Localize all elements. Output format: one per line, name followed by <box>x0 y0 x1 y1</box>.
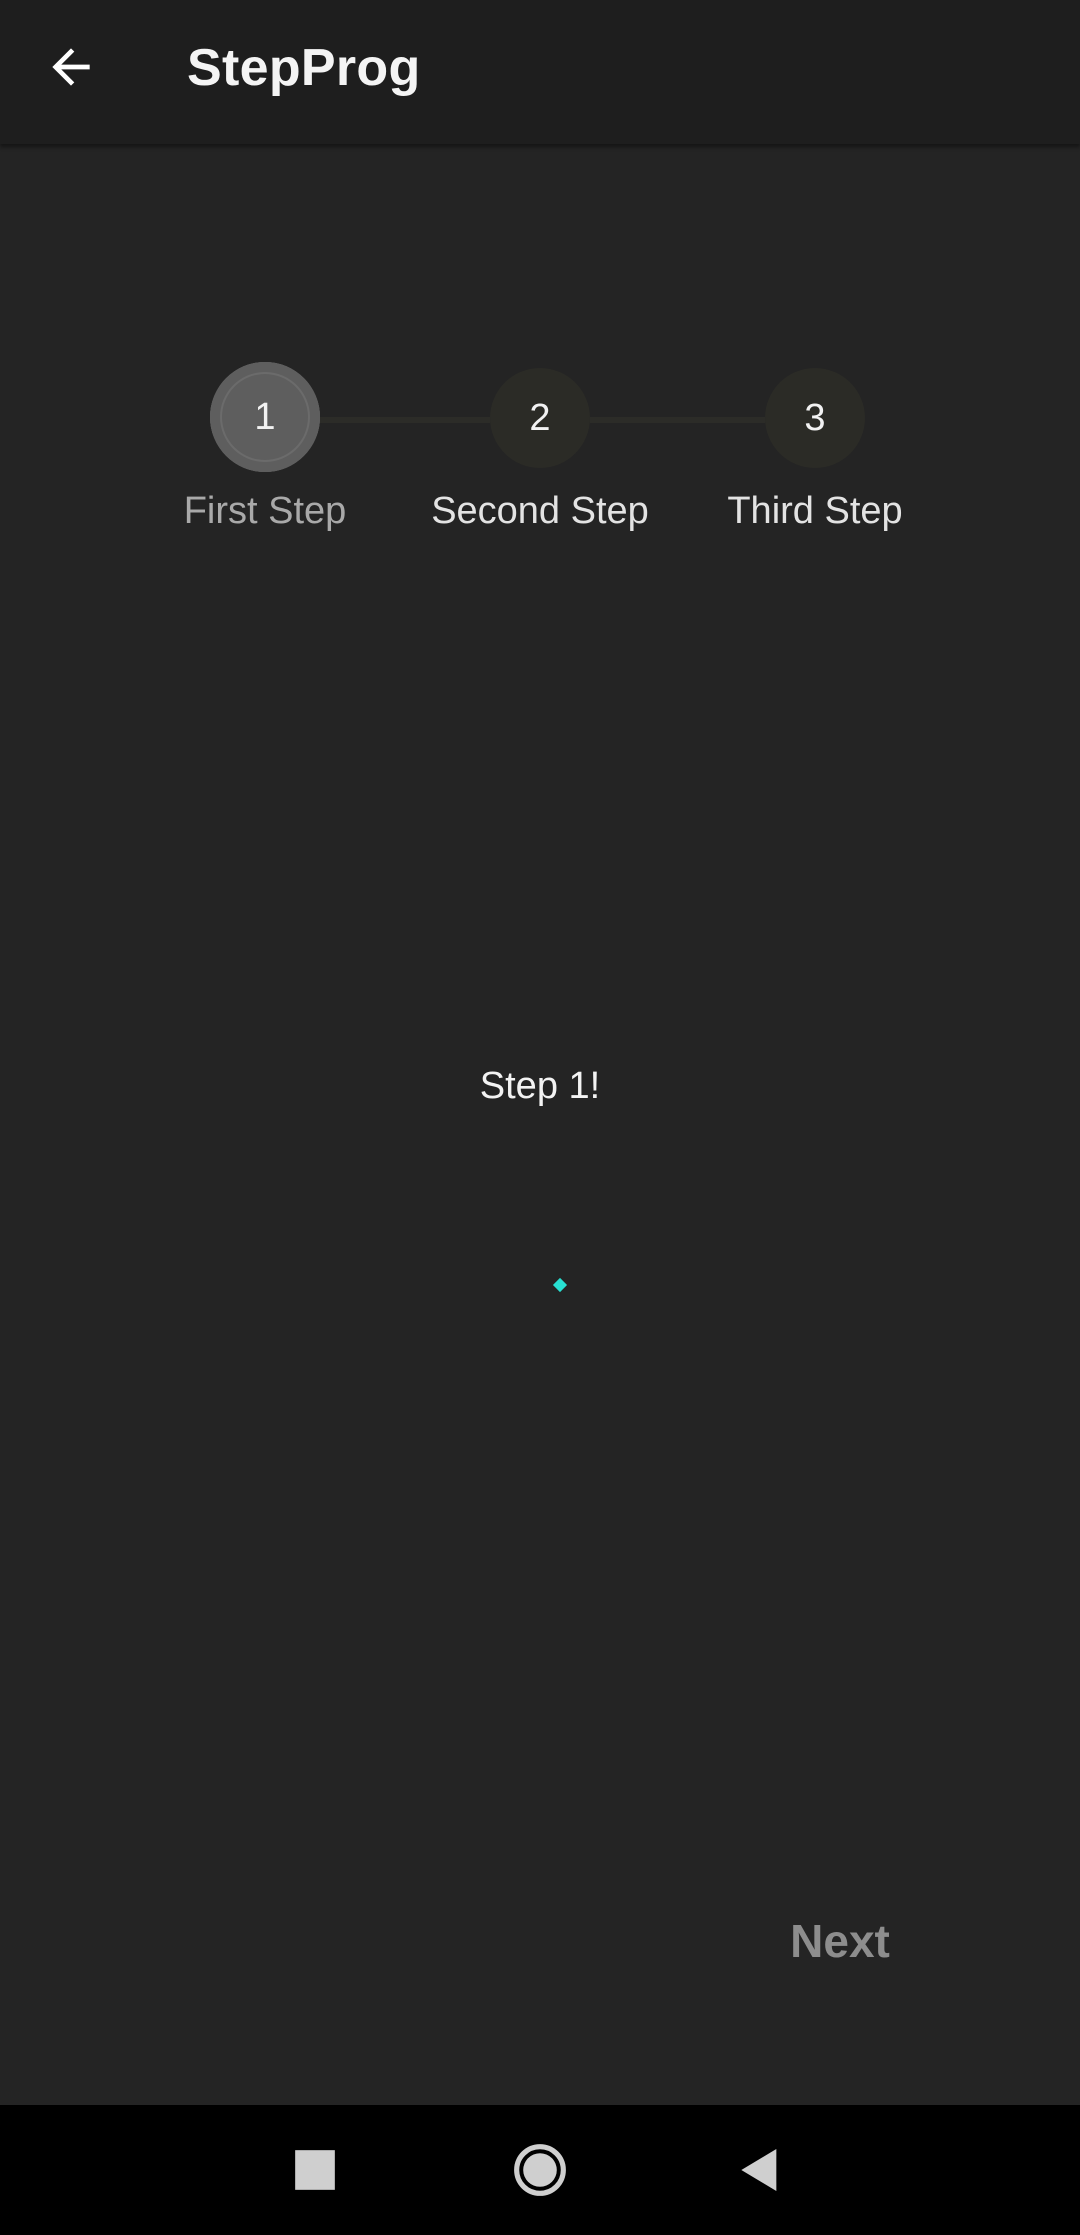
nav-back-button[interactable] <box>715 2125 805 2215</box>
next-button[interactable]: Next <box>770 1905 910 1977</box>
step-content-text: Step 1! <box>479 1065 601 1107</box>
system-nav-bar <box>0 2105 1080 2235</box>
back-button[interactable] <box>26 22 116 112</box>
step-label-1: First Step <box>183 490 347 532</box>
stepper: 1 2 3 First Step Second Step Third Step <box>0 360 1080 560</box>
app-bar: StepProg <box>0 0 1080 144</box>
step-connector-1-2 <box>320 417 490 423</box>
triangle-back-icon <box>741 2149 777 2191</box>
step-label-3: Third Step <box>727 490 903 532</box>
step-circle-1[interactable]: 1 <box>210 362 320 472</box>
arrow-back-icon <box>52 48 90 86</box>
home-button[interactable] <box>495 2125 585 2215</box>
step-circle-3[interactable]: 3 <box>765 368 865 468</box>
circle-icon <box>514 2144 566 2196</box>
screen: StepProg 1 2 3 First Step Second Step Th… <box>0 0 1080 2235</box>
step-connector-2-3 <box>590 417 765 423</box>
square-icon <box>295 2150 335 2190</box>
app-title: StepProg <box>187 39 421 97</box>
progress-indicator <box>552 1277 568 1293</box>
step-circle-2[interactable]: 2 <box>490 368 590 468</box>
step-label-2: Second Step <box>431 490 649 532</box>
recents-button[interactable] <box>270 2125 360 2215</box>
